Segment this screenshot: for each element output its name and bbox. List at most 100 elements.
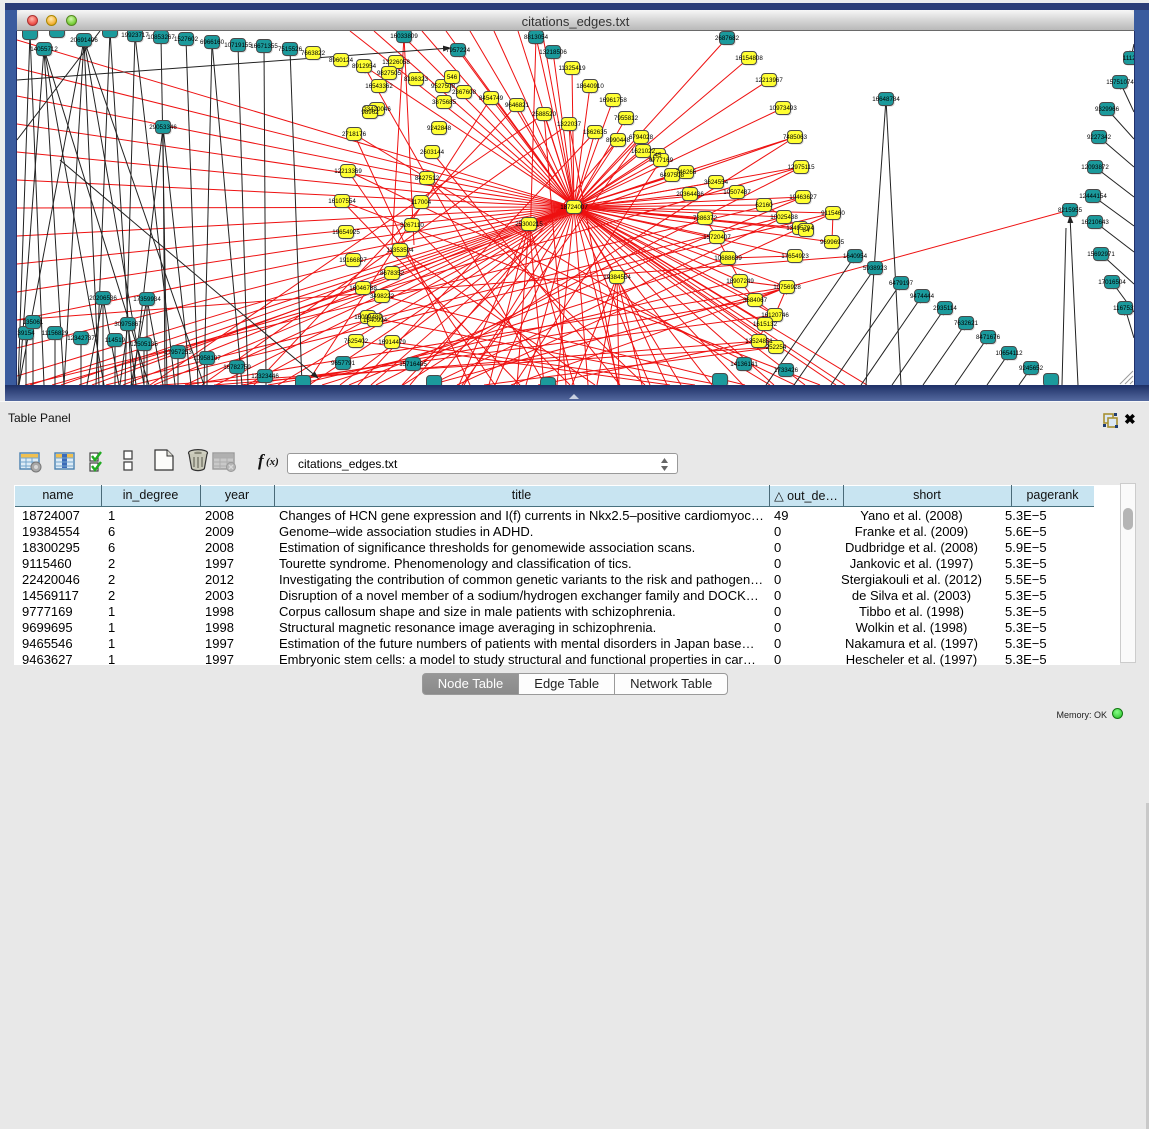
svg-text:20364436: 20364436 [676,191,704,198]
svg-text:1615132: 1615132 [753,321,778,328]
svg-text:7485063: 7485063 [783,134,808,141]
svg-text:15720407: 15720407 [703,234,731,241]
svg-text:84: 84 [803,227,810,234]
svg-text:7955812: 7955812 [614,115,639,122]
svg-text:17654923: 17654923 [781,253,809,260]
svg-text:19923717: 19923717 [121,32,149,39]
svg-text:1733426: 1733426 [774,367,799,374]
svg-text:6966160: 6966160 [200,39,225,46]
svg-text:8215955: 8215955 [1058,207,1083,214]
svg-text:17016504: 17016504 [1098,279,1126,286]
svg-text:7515526: 7515526 [278,46,303,53]
svg-text:13226058: 13226058 [382,59,410,66]
svg-text:6497508: 6497508 [660,172,685,179]
svg-text:8912954: 8912954 [352,63,377,70]
svg-text:1527602: 1527602 [174,36,199,43]
svg-text:14136141: 14136141 [730,361,758,368]
svg-text:13218506: 13218506 [539,49,567,56]
svg-text:8427512: 8427512 [415,175,440,182]
svg-text:7386372: 7386372 [693,215,718,222]
svg-text:12975115: 12975115 [787,164,815,171]
svg-text:1362635: 1362635 [583,129,608,136]
svg-text:10025438: 10025438 [770,214,798,221]
svg-text:2603144: 2603144 [420,149,445,156]
svg-text:1167533: 1167533 [1113,305,1134,312]
svg-text:3684067: 3684067 [743,297,768,304]
svg-text:16107554: 16107554 [328,198,356,205]
svg-text:3875685: 3875685 [432,99,457,106]
svg-text:2935114: 2935114 [933,305,957,312]
svg-text:98962: 98962 [361,109,379,116]
svg-text:2367608: 2367608 [452,89,477,96]
svg-text:12213967: 12213967 [755,77,783,84]
svg-text:19166827: 19166827 [339,257,367,264]
svg-text:16671355: 16671355 [250,43,278,50]
svg-text:16210643: 16210643 [1081,219,1109,226]
svg-text:7625402: 7625402 [344,338,369,345]
svg-text:12342737: 12342737 [67,335,95,342]
svg-text:2718176: 2718176 [342,131,367,138]
svg-text:9227342: 9227342 [1087,134,1112,141]
svg-text:12093872: 12093872 [1081,164,1109,171]
svg-text:10507487: 10507487 [723,189,751,196]
svg-text:20691406: 20691406 [70,37,98,44]
svg-text:10853267: 10853267 [147,34,175,41]
svg-text:10654112: 10654112 [995,350,1023,357]
svg-text:10756928: 10756928 [773,284,801,291]
svg-text:(x): (x) [266,456,279,468]
svg-text:17957253: 17957253 [164,349,192,356]
svg-text:15716485: 15716485 [399,361,427,368]
svg-text:9115460: 9115460 [821,210,845,217]
svg-text:16120746: 16120746 [761,312,789,319]
svg-text:9242848: 9242848 [427,125,452,132]
svg-text:9657791: 9657791 [331,360,356,367]
svg-text:13495794: 13495794 [786,225,814,232]
svg-text:8454749: 8454749 [479,95,504,102]
svg-text:135061: 135061 [23,319,44,326]
svg-text:2687682: 2687682 [715,35,740,42]
svg-text:f: f [258,451,266,470]
svg-text:16914479: 16914479 [378,339,406,346]
svg-text:9827505: 9827505 [377,70,402,77]
svg-text:1540994: 1540994 [363,317,388,324]
svg-text:11124: 11124 [1123,55,1134,62]
svg-text:7957224: 7957224 [446,47,471,54]
svg-text:6479197: 6479197 [889,280,914,287]
svg-text:15692971: 15692971 [1087,251,1115,258]
svg-text:9699695: 9699695 [820,239,845,246]
svg-text:1322037: 1322037 [557,121,582,128]
svg-text:117004: 117004 [411,199,432,206]
svg-text:19463627: 19463627 [789,194,817,201]
svg-text:12213369: 12213369 [334,168,362,175]
svg-text:16154808: 16154808 [735,55,763,62]
svg-text:114519: 114519 [105,337,126,344]
svg-text:9245652: 9245652 [1019,365,1044,372]
svg-text:8678352: 8678352 [380,270,405,277]
svg-text:30975867: 30975867 [114,321,142,328]
svg-text:8813054: 8813054 [524,34,549,41]
svg-text:19384554: 19384554 [603,274,631,281]
svg-text:16046788: 16046788 [349,285,377,292]
svg-text:1621022: 1621022 [631,148,656,155]
svg-text:18907249: 18907249 [726,278,754,285]
svg-text:8960124: 8960124 [329,57,354,64]
svg-text:3624554: 3624554 [704,179,729,186]
svg-text:10958107: 10958107 [193,355,221,362]
svg-text:8471676: 8471676 [976,334,1001,341]
svg-text:19654925: 19654925 [332,229,360,236]
svg-text:8990448: 8990448 [606,137,631,144]
svg-text:16033809: 16033809 [390,33,418,40]
svg-text:3498222: 3498222 [370,293,395,300]
svg-text:7632621: 7632621 [954,320,979,327]
svg-text:10719155: 10719155 [224,42,252,49]
svg-text:12323446: 12323446 [251,373,279,380]
svg-text:12505135: 12505135 [130,341,158,348]
svg-text:9474444: 9474444 [910,293,935,300]
svg-text:11156829: 11156829 [42,330,69,337]
svg-text:17359934: 17359934 [133,296,161,303]
svg-text:9777169: 9777169 [649,157,674,164]
svg-text:16543362: 16543362 [365,83,393,90]
svg-text:10973493: 10973493 [769,105,797,112]
svg-text:39154: 39154 [17,330,35,337]
svg-text:10688639: 10688639 [714,255,742,262]
